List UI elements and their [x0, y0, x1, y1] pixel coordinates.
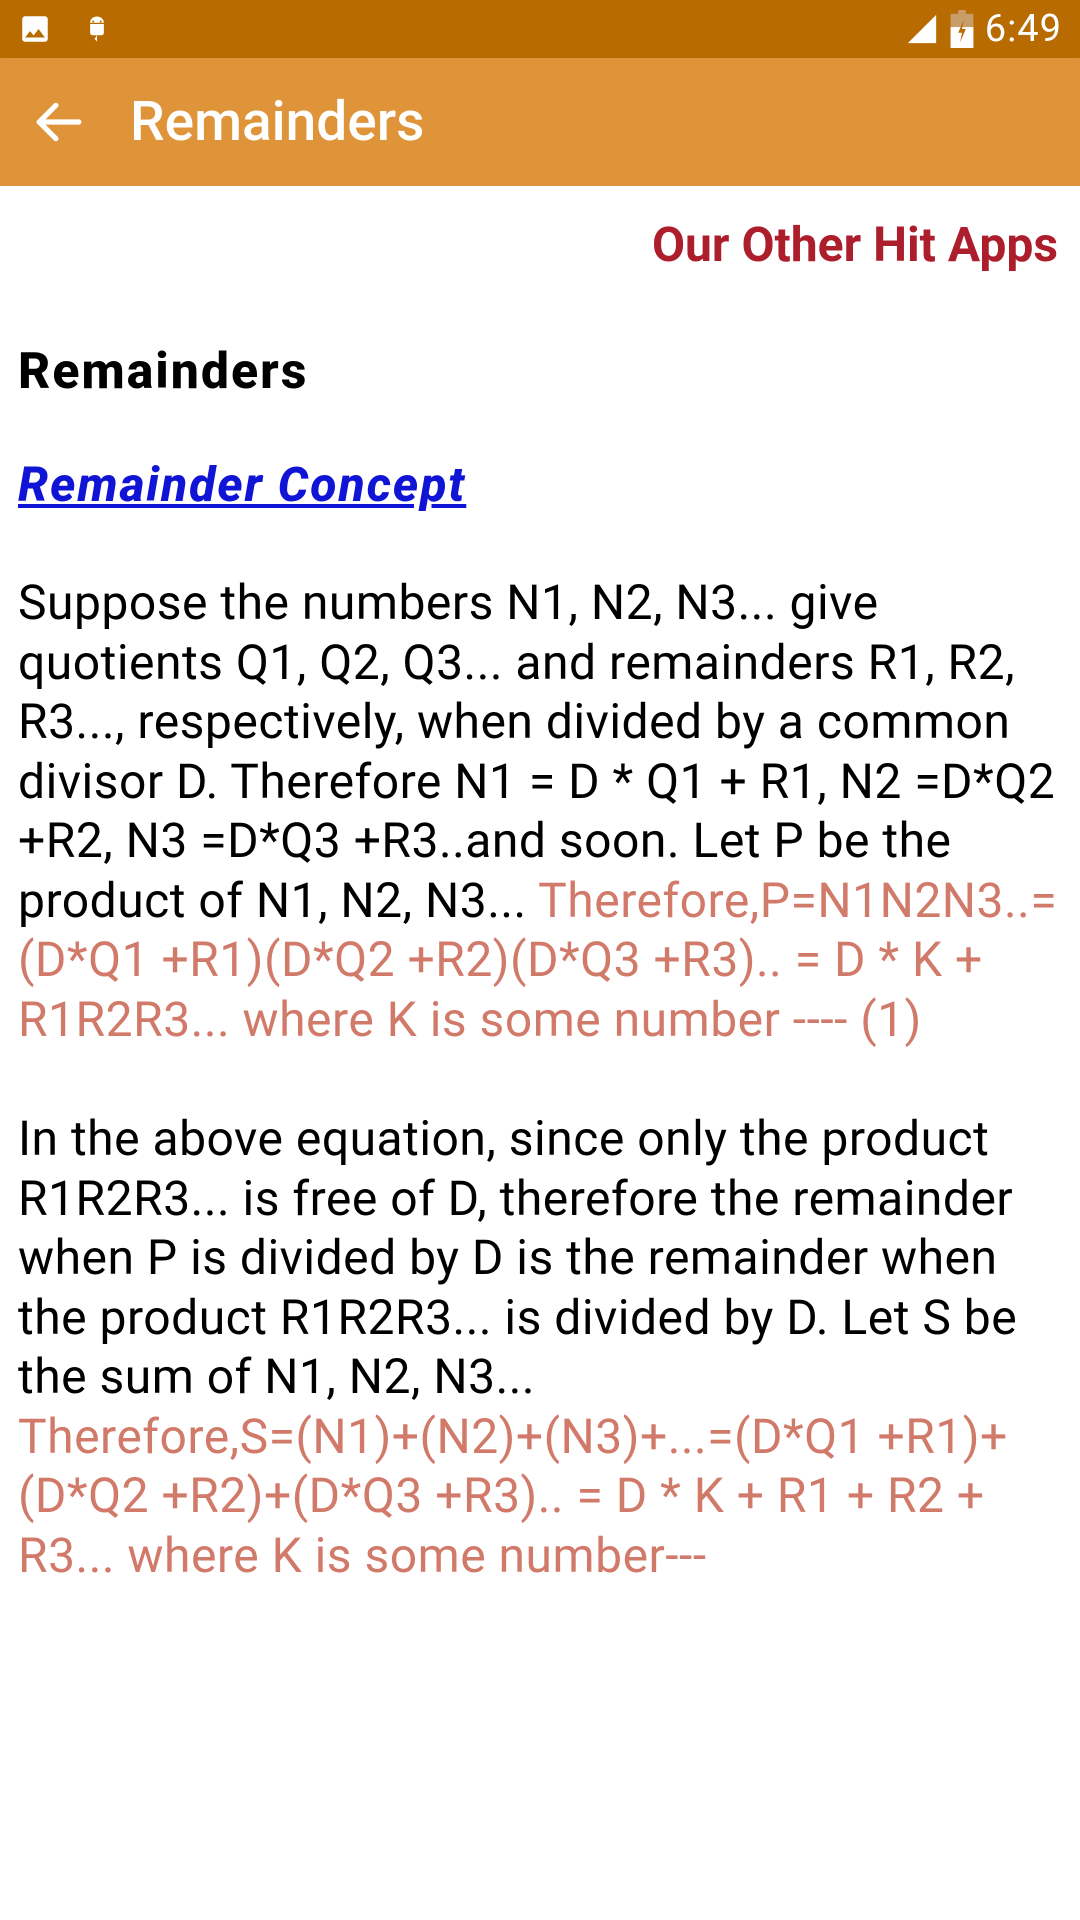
paragraph-2: In the above equation, since only the pr…: [18, 1109, 1062, 1585]
signal-icon: [905, 12, 939, 46]
page-heading: Remainders: [18, 343, 1062, 401]
para2-text: In the above equation, since only the pr…: [18, 1110, 1017, 1405]
android-debug-icon: [82, 11, 112, 47]
status-right: 6:49: [905, 7, 1062, 51]
battery-charging-icon: [949, 10, 975, 48]
status-bar: 6:49: [0, 0, 1080, 58]
status-time: 6:49: [985, 7, 1062, 51]
app-bar-title: Remainders: [130, 90, 424, 154]
remainder-concept-link[interactable]: Remainder Concept: [18, 456, 466, 513]
para2-formula: Therefore,S=(N1)+(N2)+(N3)+...=(D*Q1 +R1…: [18, 1408, 1008, 1584]
paragraph-1: Suppose the numbers N1, N2, N3... give q…: [18, 573, 1062, 1049]
other-hit-apps-link[interactable]: Our Other Hit Apps: [18, 216, 1062, 273]
back-button[interactable]: [30, 95, 85, 150]
status-left: [18, 11, 112, 47]
content-area: Our Other Hit Apps Remainders Remainder …: [0, 186, 1080, 1585]
app-bar: Remainders: [0, 58, 1080, 186]
image-icon: [18, 12, 52, 46]
